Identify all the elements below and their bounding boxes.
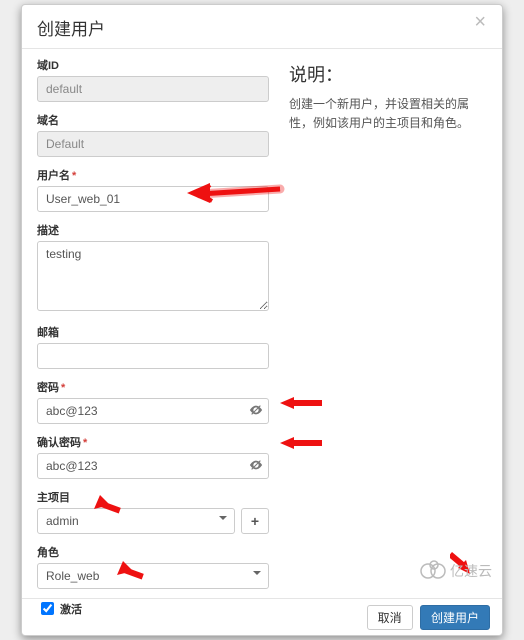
password-visibility-icon[interactable]	[249, 403, 263, 420]
confirm-password-visibility-icon[interactable]	[249, 458, 263, 475]
form-column: 域ID 域名 用户名* 描述 testing 邮箱 密码*	[37, 57, 269, 618]
help-title: 说明：	[289, 61, 487, 87]
modal-header: 创建用户 ×	[22, 5, 502, 49]
modal-body: 域ID 域名 用户名* 描述 testing 邮箱 密码*	[22, 49, 502, 618]
create-user-modal: 创建用户 × 域ID 域名 用户名* 描述 testing 邮箱	[21, 4, 503, 636]
domain-name-label: 域名	[37, 112, 269, 128]
role-label: 角色	[37, 544, 269, 560]
add-project-button[interactable]: +	[241, 508, 269, 534]
confirm-password-label: 确认密码*	[37, 434, 269, 450]
domain-id-label: 域ID	[37, 57, 269, 73]
description-label: 描述	[37, 222, 269, 238]
email-input[interactable]	[37, 343, 269, 369]
chevron-down-icon	[219, 516, 227, 524]
chevron-down-icon	[253, 571, 261, 579]
username-input[interactable]	[37, 186, 269, 212]
submit-button[interactable]: 创建用户	[420, 605, 490, 630]
domain-name-input	[37, 131, 269, 157]
domain-id-input	[37, 76, 269, 102]
description-textarea[interactable]: testing	[37, 241, 269, 311]
modal-title: 创建用户	[37, 15, 487, 40]
modal-footer: 取消 创建用户	[22, 598, 502, 636]
close-button[interactable]: ×	[468, 11, 492, 33]
svg-text:亿速云: 亿速云	[450, 564, 492, 580]
password-label: 密码*	[37, 379, 269, 395]
confirm-password-input[interactable]	[37, 453, 269, 479]
project-select[interactable]	[37, 508, 235, 534]
email-label: 邮箱	[37, 324, 269, 340]
project-label: 主项目	[37, 489, 269, 505]
help-body: 创建一个新用户，并设置相关的属性，例如该用户的主项目和角色。	[289, 95, 487, 133]
password-input[interactable]	[37, 398, 269, 424]
cancel-button[interactable]: 取消	[367, 605, 413, 630]
role-select[interactable]	[37, 563, 269, 589]
username-label: 用户名*	[37, 167, 269, 183]
watermark: 亿速云	[418, 558, 498, 587]
help-column: 说明： 创建一个新用户，并设置相关的属性，例如该用户的主项目和角色。	[269, 57, 487, 618]
